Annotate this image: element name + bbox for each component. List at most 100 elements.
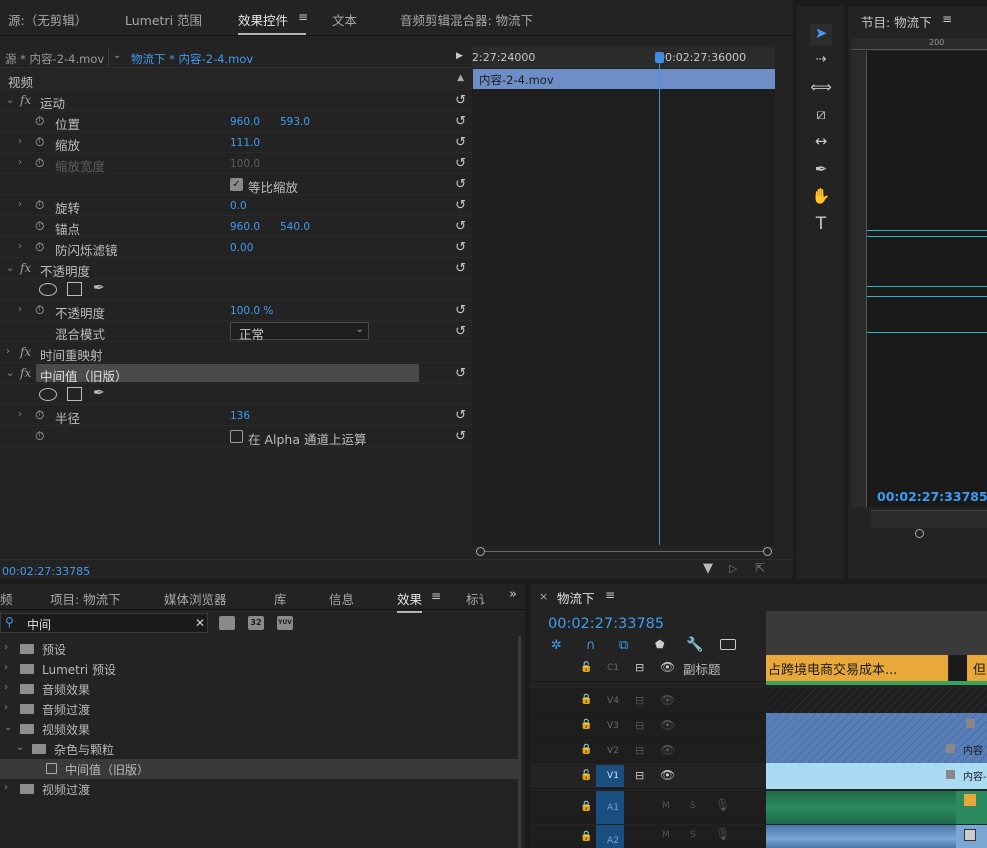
zoom-handle[interactable] [915,529,924,538]
snap-icon[interactable]: ∩ [586,638,596,653]
pen-mask-icon[interactable]: ✒ [93,385,105,401]
track-v1-clip[interactable]: 内容- [766,763,987,789]
marker-icon[interactable]: ⬟ [655,638,665,651]
flicker-value[interactable]: 0.00 [230,242,253,254]
panel-menu-icon[interactable]: ≡ [431,589,441,603]
anchor-x-value[interactable]: 960.0 [230,221,260,233]
play-audio-icon[interactable]: ▷ [729,562,737,575]
stopwatch-icon[interactable]: ⏱ [35,429,44,444]
stopwatch-icon[interactable]: ⏱ [35,114,44,129]
reset-icon[interactable]: ↺ [455,303,466,318]
track-v2-clip[interactable]: 内容 [766,738,987,763]
master-clip-label[interactable]: 源 * 内容-2-4.mov [5,51,104,67]
timeline-timecode[interactable]: 00:02:27:33785 [548,616,664,632]
position-y-value[interactable]: 593.0 [280,116,310,128]
eye-icon[interactable]: 👁 [660,660,675,674]
solo-button[interactable]: S [690,830,696,840]
eye-icon[interactable]: 👁 [660,768,675,782]
lock-icon[interactable]: 🔒 [580,831,592,842]
selection-tool-icon[interactable]: ➤ [810,24,832,46]
reset-icon[interactable]: ↺ [455,366,466,381]
chevron-right-icon[interactable]: › [18,304,22,315]
uniform-scale-checkbox[interactable]: ✓ [230,178,243,191]
chevron-down-icon[interactable]: ⌄ [16,742,24,753]
tab-partial[interactable]: 频 [0,589,13,608]
pen-mask-icon[interactable]: ✒ [93,280,105,296]
effect-opacity[interactable]: ⌄ fx 不透明度 ↺ [0,258,472,279]
track-a1-clip-2[interactable] [956,791,987,824]
sync-lock-icon[interactable]: ⊟ [635,769,644,782]
reset-icon[interactable]: ↺ [455,429,466,444]
tab-source[interactable]: 源:（无剪辑） [8,10,87,29]
track-v3-clip[interactable] [766,713,987,738]
clear-search-icon[interactable]: ✕ [195,616,205,630]
chevron-down-icon[interactable]: ⌄ [6,263,14,274]
stopwatch-icon[interactable]: ⏱ [35,408,44,423]
fx-icon[interactable]: fx [20,261,31,275]
chevron-right-icon[interactable]: › [6,346,10,357]
scrollbar[interactable] [518,636,521,848]
rectangle-mask-icon[interactable] [67,387,82,401]
radius-value[interactable]: 136 [230,410,250,422]
sequence-clip-label[interactable]: 物流下 * 内容-2-4.mov [131,51,253,67]
reset-icon[interactable]: ↺ [455,198,466,213]
rectangle-mask-icon[interactable] [67,282,82,296]
panel-menu-icon[interactable]: ≡ [942,12,952,26]
captions-icon[interactable] [720,639,736,650]
effect-median[interactable]: ⌄ fx 中间值（旧版） ↺ [0,363,472,384]
reset-icon[interactable]: ↺ [455,177,466,192]
type-tool-icon[interactable]: T [810,214,832,236]
fx-icon[interactable]: fx [20,93,31,107]
stopwatch-icon[interactable]: ⏱ [35,135,44,150]
eye-icon[interactable]: 👁 [660,743,675,757]
ec-timecode[interactable]: 00:02:27:33785 [2,565,90,578]
ellipse-mask-icon[interactable] [39,388,57,401]
keyframe-area[interactable] [472,89,775,545]
panel-menu-icon[interactable]: ≡ [605,588,615,602]
track-v4-content[interactable] [766,688,987,713]
tab-audio-mixer[interactable]: 音频剪辑混合器: 物流下 [400,10,533,29]
caption-clip-2[interactable]: 但 [967,655,987,681]
collapse-up-icon[interactable]: ▲ [457,73,464,83]
chevron-right-icon[interactable]: › [18,241,22,252]
tree-item-presets[interactable]: › 预设 [0,639,518,659]
mute-button[interactable]: M [662,801,670,811]
reset-icon[interactable]: ↺ [455,114,466,129]
alpha-checkbox[interactable] [230,430,243,443]
linked-selection-icon[interactable]: ⧉ [619,638,628,653]
tab-lumetri[interactable]: Lumetri 范围 [125,10,202,29]
chevron-right-icon[interactable]: › [4,702,8,713]
chevron-down-icon[interactable]: ⌄ [4,722,12,733]
solo-button[interactable]: S [690,801,696,811]
timeline-title[interactable]: 物流下 [557,588,595,607]
fx-icon[interactable]: fx [20,366,31,380]
chevron-right-icon[interactable]: › [4,682,8,693]
rotation-value[interactable]: 0.0 [230,200,247,212]
chevron-right-icon[interactable]: › [4,662,8,673]
chevron-down-icon[interactable]: ⌄ [6,95,14,106]
scale-value[interactable]: 111.0 [230,137,260,149]
accelerated-effects-icon[interactable] [219,616,235,630]
tab-info[interactable]: 信息 [329,589,354,608]
lock-icon[interactable]: 🔒 [580,744,592,755]
nest-icon[interactable]: ✲ [551,638,562,653]
filter-icon[interactable]: ▼ [703,561,713,576]
program-viewer[interactable] [867,51,987,507]
lock-icon[interactable]: 🔒 [580,801,592,812]
lock-icon[interactable]: 🔓 [580,662,592,673]
sync-lock-icon[interactable]: ⊟ [635,744,644,757]
track-a2-clip-2[interactable] [956,825,987,848]
sync-lock-icon[interactable]: ⊟ [635,719,644,732]
program-timecode[interactable]: 00:02:27:33785 [877,489,987,504]
sync-lock-icon[interactable]: ⊟ [635,694,644,707]
reset-icon[interactable]: ↺ [455,240,466,255]
reset-icon[interactable]: ↺ [455,219,466,234]
track-a1-clip[interactable] [766,791,956,824]
lock-icon[interactable]: 🔓 [580,770,592,781]
tree-item-video-transitions[interactable]: › 视频过渡 [0,779,518,799]
chevron-right-icon[interactable]: › [18,409,22,420]
track-a2-clip[interactable] [766,825,956,848]
chevron-right-icon[interactable]: › [18,136,22,147]
lock-icon[interactable]: 🔒 [580,694,592,705]
reset-icon[interactable]: ↺ [455,261,466,276]
